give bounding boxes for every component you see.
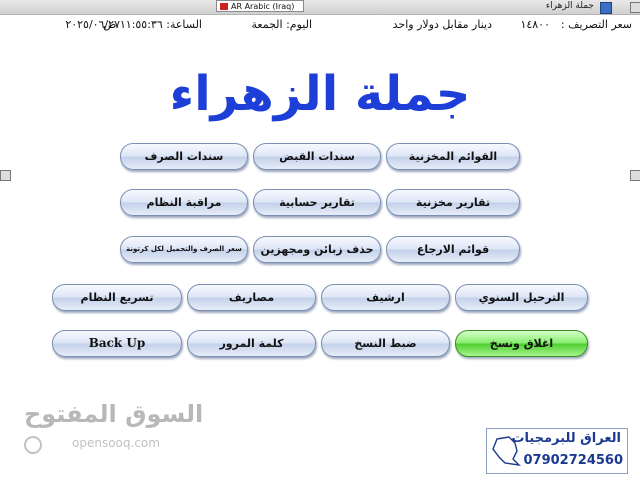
return-lists-button[interactable]: قوائم الارجاع [386, 236, 520, 263]
delete-customers-button[interactable]: حذف زبائن ومجهزين [253, 236, 381, 263]
yearly-posting-button[interactable]: الترحيل السنوي [455, 284, 588, 311]
watermark-arabic: السوق المفتوح [24, 400, 204, 428]
inventory-reports-button[interactable]: تقارير مخزنية [386, 189, 520, 216]
input-language-label: AR Arabic (Iraq) [231, 2, 295, 11]
promo-box: العراق للبرمجيات 07902724560 [486, 428, 628, 474]
system-monitor-button[interactable]: مراقبة النظام [120, 189, 248, 216]
copy-settings-button[interactable]: ضبط النسخ [321, 330, 450, 357]
input-language-indicator[interactable]: AR Arabic (Iraq) [216, 0, 304, 12]
backup-button[interactable]: Back Up [52, 330, 182, 357]
inventory-lists-button[interactable]: القوائم المخزنية [386, 143, 520, 170]
watermark-latin: opensooq.com [72, 436, 160, 450]
price-per-carton-button[interactable]: سعر الصرف والتحميل لكل كرتونة [120, 236, 248, 263]
time-label: الساعة: ١١:٥٥:٣٦ ص [103, 18, 202, 31]
day-label: اليوم: الجمعة [251, 18, 313, 31]
receipt-vouchers-button[interactable]: سندات القبض [253, 143, 381, 170]
close-and-copy-button[interactable]: اغلاق ونسخ [455, 330, 588, 357]
exchange-rate-label: سعر التصريف : [560, 18, 632, 31]
password-button[interactable]: كلمة المرور [187, 330, 316, 357]
app-icon [600, 2, 612, 14]
window-titlebar: جملة الزهراء AR Arabic (Iraq) [0, 0, 640, 15]
window-title: جملة الزهراء [545, 1, 594, 11]
speed-system-button[interactable]: تسريع النظام [52, 284, 182, 311]
promo-phone: 07902724560 [523, 453, 624, 468]
promo-company-name: العراق للبرمجيات [511, 431, 621, 446]
watermark: السوق المفتوح opensooq.com [24, 400, 204, 454]
scroll-arrow-icon[interactable] [0, 170, 11, 181]
window-edge-button[interactable] [630, 2, 640, 13]
account-reports-button[interactable]: تقارير حسابية [253, 189, 381, 216]
exchange-rate-value: ١٤٨٠٠ [520, 18, 550, 31]
exchange-rate-unit: دينار مقابل دولار واحد [392, 18, 492, 31]
page-title: جملة الزهراء [169, 66, 471, 122]
opensooq-logo-icon [24, 436, 42, 454]
payment-vouchers-button[interactable]: سندات الصرف [120, 143, 248, 170]
archive-button[interactable]: ارشيف [321, 284, 450, 311]
scroll-arrow-icon[interactable] [630, 170, 640, 181]
expenses-button[interactable]: مصاريف [187, 284, 316, 311]
flag-icon [220, 3, 228, 10]
